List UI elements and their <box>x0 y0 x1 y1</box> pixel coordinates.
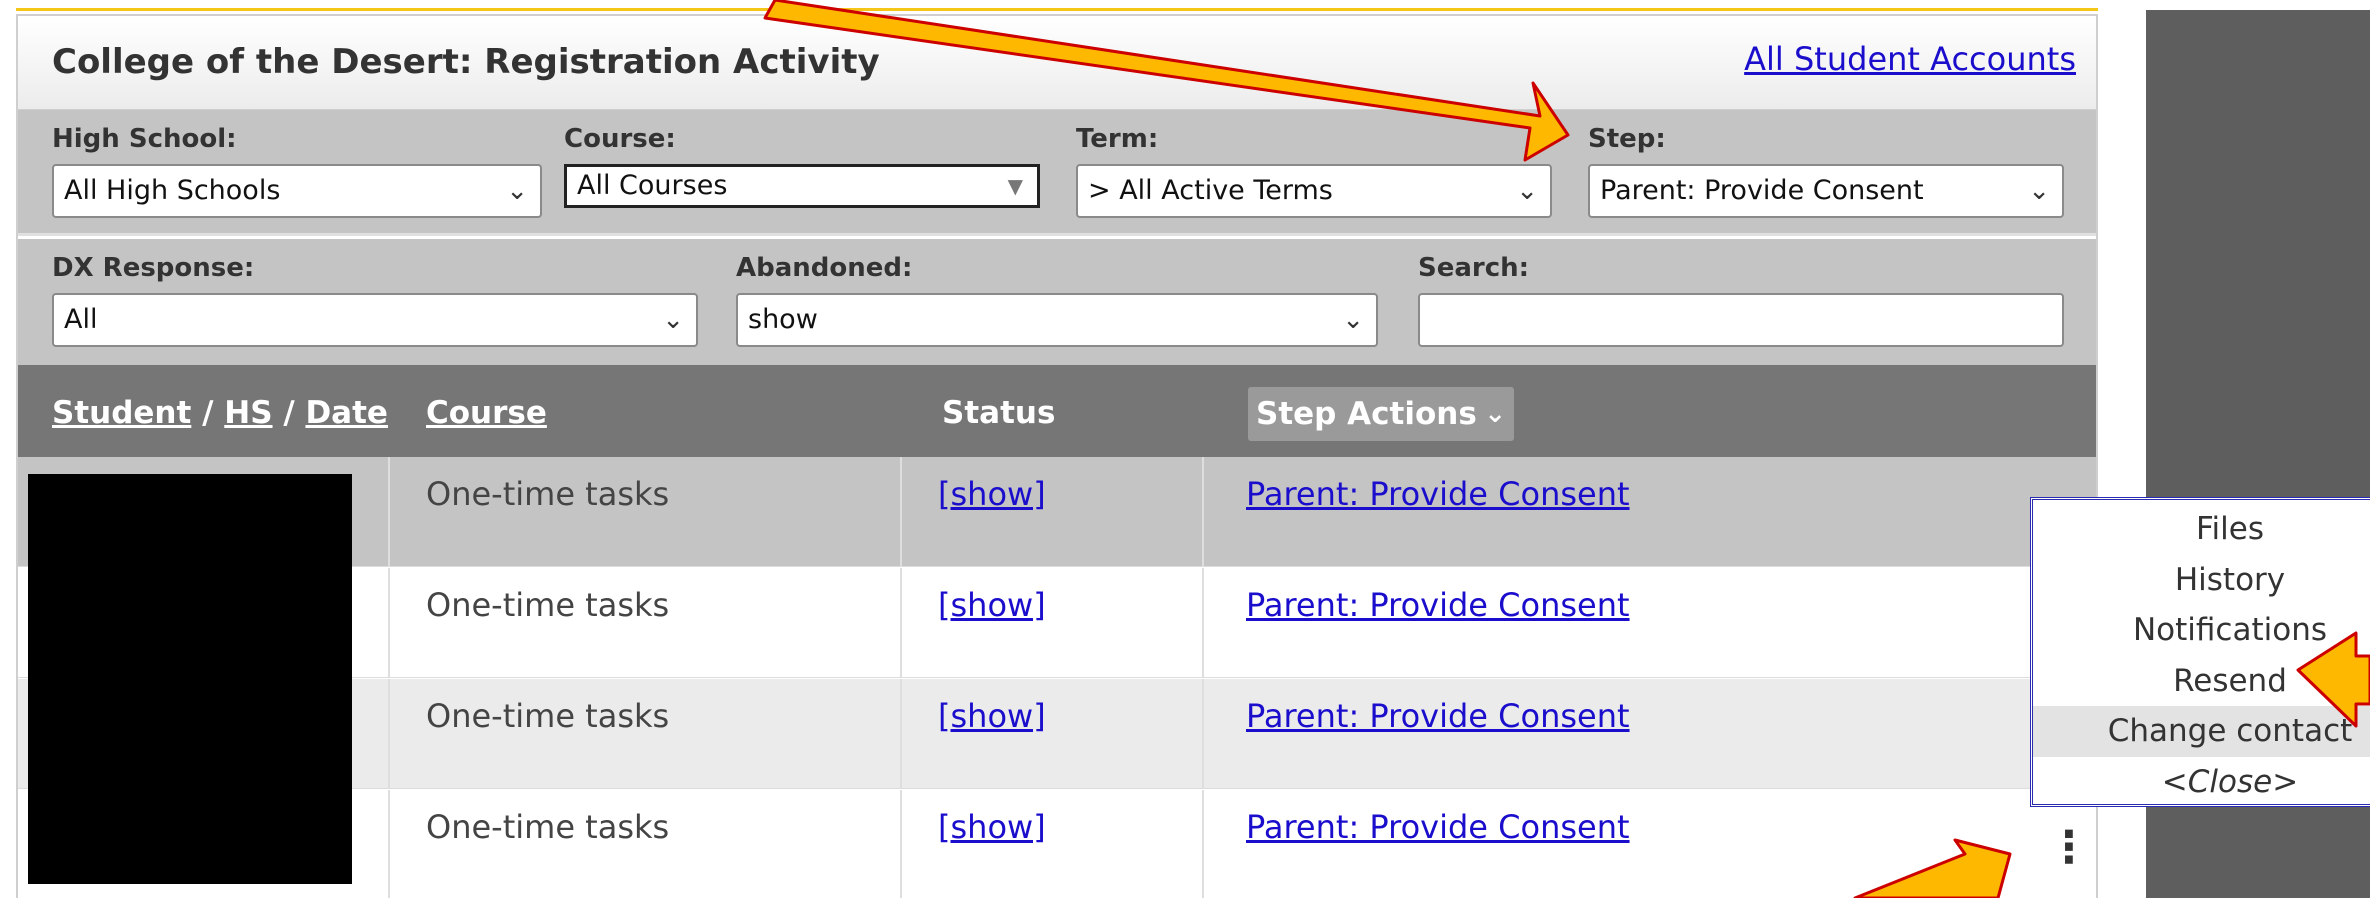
dx-response-select[interactable]: All ⌄ <box>52 293 698 347</box>
menu-item-close[interactable]: <Close> <box>2033 757 2370 808</box>
course-cell: One-time tasks <box>390 790 902 898</box>
student-hs-date-header: Student / HS / Date <box>52 395 388 431</box>
step-label: Step: <box>1588 124 1666 154</box>
filter-step: Step: Parent: Provide Consent ⌄ <box>1588 124 2064 218</box>
course-name: One-time tasks <box>426 697 670 735</box>
course-select[interactable]: All Courses ▼ <box>564 164 1040 208</box>
filter-search: Search: <box>1418 253 2064 347</box>
step-value: Parent: Provide Consent <box>1600 175 1924 206</box>
course-name: One-time tasks <box>426 475 670 513</box>
high-school-select[interactable]: All High Schools ⌄ <box>52 164 542 218</box>
filter-course: Course: All Courses ▼ <box>564 124 1040 208</box>
status-header: Status <box>942 395 1056 431</box>
step-link[interactable]: Parent: Provide Consent <box>1246 808 1630 846</box>
high-school-label: High School: <box>52 124 237 154</box>
filter-high-school: High School: All High Schools ⌄ <box>52 124 542 218</box>
status-cell: [show] <box>902 679 1204 788</box>
chevron-down-icon: ⌄ <box>1516 176 1538 206</box>
header-separator: / <box>202 395 214 431</box>
status-show-link[interactable]: [show] <box>938 586 1046 624</box>
abandoned-select[interactable]: show ⌄ <box>736 293 1378 347</box>
step-link[interactable]: Parent: Provide Consent <box>1246 475 1630 513</box>
row-actions-menu: Files History Notifications Resend Chang… <box>2030 497 2370 807</box>
sort-student-link[interactable]: Student <box>52 395 191 431</box>
sort-date-link[interactable]: Date <box>305 395 388 431</box>
step-actions-label: Step Actions <box>1256 396 1477 432</box>
sort-course-link[interactable]: Course <box>426 395 547 431</box>
filter-row-1: High School: All High Schools ⌄ Course: … <box>18 110 2096 236</box>
course-value: All Courses <box>577 170 728 201</box>
menu-item-notifications[interactable]: Notifications <box>2033 605 2370 656</box>
all-student-accounts-link[interactable]: All Student Accounts <box>1744 40 2076 78</box>
redacted-student-info <box>28 474 352 884</box>
term-select[interactable]: > All Active Terms ⌄ <box>1076 164 1552 218</box>
status-cell: [show] <box>902 568 1204 677</box>
chevron-down-icon: ⌄ <box>1484 399 1506 429</box>
chevron-down-icon: ⌄ <box>662 305 684 335</box>
menu-item-files[interactable]: Files <box>2033 504 2370 555</box>
step-link[interactable]: Parent: Provide Consent <box>1246 697 1630 735</box>
menu-item-resend[interactable]: Resend <box>2033 656 2370 707</box>
step-link[interactable]: Parent: Provide Consent <box>1246 586 1630 624</box>
sort-hs-link[interactable]: HS <box>224 395 272 431</box>
kebab-menu-icon[interactable]: ⋮ <box>2047 826 2091 870</box>
filter-row-2: DX Response: All ⌄ Abandoned: show ⌄ Sea… <box>18 239 2096 365</box>
status-show-link[interactable]: [show] <box>938 808 1046 846</box>
filter-abandoned: Abandoned: show ⌄ <box>736 253 1378 347</box>
course-name: One-time tasks <box>426 586 670 624</box>
header-separator: / <box>283 395 295 431</box>
high-school-value: All High Schools <box>64 175 281 206</box>
chevron-down-icon: ⌄ <box>506 176 528 206</box>
search-input[interactable] <box>1418 293 2064 347</box>
abandoned-label: Abandoned: <box>736 253 913 283</box>
page-title: College of the Desert: Registration Acti… <box>52 42 880 82</box>
course-cell: One-time tasks <box>390 568 902 677</box>
dx-response-value: All <box>64 304 98 335</box>
dx-response-label: DX Response: <box>52 253 255 283</box>
triangle-down-icon: ▼ <box>1007 174 1023 198</box>
status-show-link[interactable]: [show] <box>938 475 1046 513</box>
search-label: Search: <box>1418 253 1530 283</box>
title-bar: College of the Desert: Registration Acti… <box>18 16 2096 110</box>
chevron-down-icon: ⌄ <box>2028 176 2050 206</box>
filter-term: Term: > All Active Terms ⌄ <box>1076 124 1552 218</box>
top-accent-line <box>16 8 2098 11</box>
step-actions-dropdown[interactable]: Step Actions ⌄ <box>1248 387 1514 441</box>
chevron-down-icon: ⌄ <box>1342 305 1364 335</box>
table-header: Student / HS / Date Course Status Step A… <box>18 365 2096 457</box>
abandoned-value: show <box>748 304 818 335</box>
course-label: Course: <box>564 124 676 154</box>
step-select[interactable]: Parent: Provide Consent ⌄ <box>1588 164 2064 218</box>
menu-item-change-contact[interactable]: Change contact <box>2033 706 2370 757</box>
term-label: Term: <box>1076 124 1159 154</box>
course-cell: One-time tasks <box>390 457 902 566</box>
filter-dx-response: DX Response: All ⌄ <box>52 253 698 347</box>
status-show-link[interactable]: [show] <box>938 697 1046 735</box>
status-cell: [show] <box>902 790 1204 898</box>
status-cell: [show] <box>902 457 1204 566</box>
course-name: One-time tasks <box>426 808 670 846</box>
course-cell: One-time tasks <box>390 679 902 788</box>
course-header: Course <box>426 395 547 431</box>
term-value: > All Active Terms <box>1088 175 1333 206</box>
menu-item-history[interactable]: History <box>2033 555 2370 606</box>
